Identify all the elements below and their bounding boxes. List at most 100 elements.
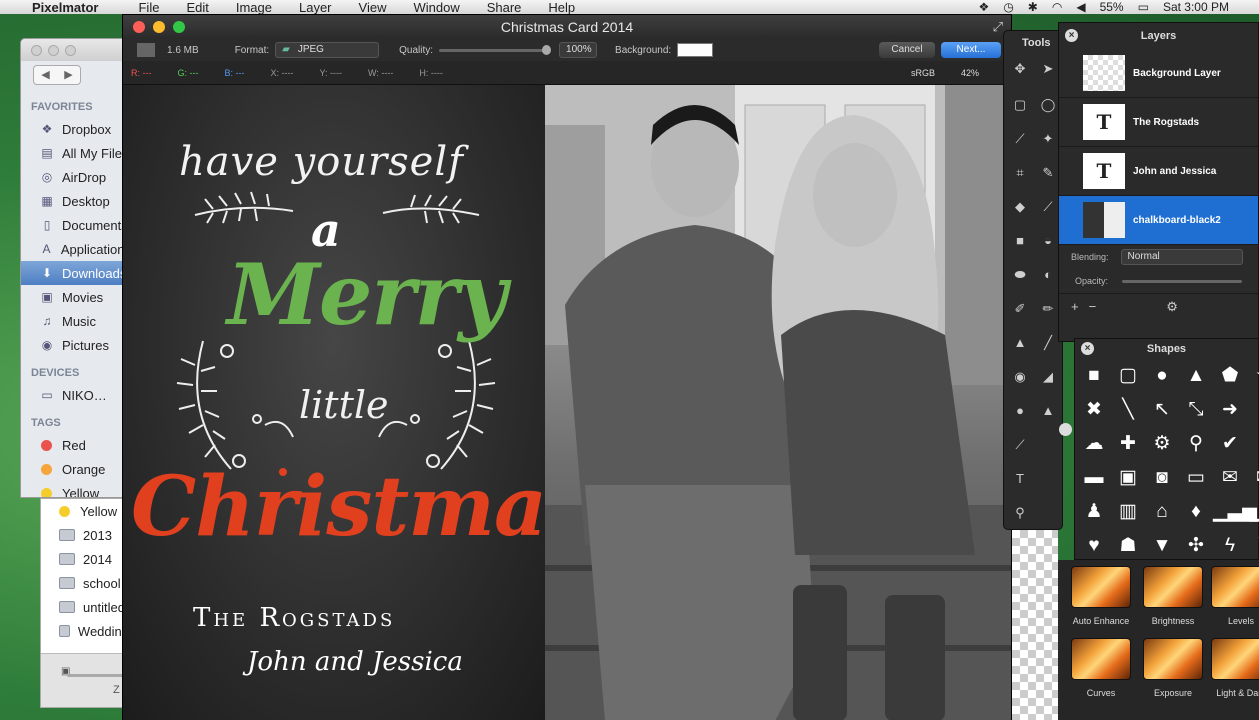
menu-view[interactable]: View bbox=[359, 0, 387, 14]
gear-icon[interactable]: ⚙ bbox=[1166, 299, 1178, 315]
effect-auto-enhance[interactable]: Auto Enhance bbox=[1070, 566, 1132, 636]
colorspace-label[interactable]: sRGB bbox=[911, 68, 935, 78]
magic-wand-tool-icon[interactable]: ✦ bbox=[1040, 131, 1056, 147]
smudge-tool-icon[interactable]: ✐ bbox=[1012, 301, 1028, 317]
check-icon[interactable]: ✔ bbox=[1213, 427, 1247, 461]
list-item[interactable]: Wedding bbox=[41, 619, 129, 643]
ellipse-select-tool-icon[interactable]: ◯ bbox=[1040, 97, 1056, 113]
red-eye-tool-icon[interactable]: ◉ bbox=[1012, 369, 1028, 385]
heart-icon[interactable]: ♥ bbox=[1077, 529, 1111, 563]
image-canvas[interactable]: have yourself a Merry little Christmas T… bbox=[123, 85, 1011, 720]
brush-tool-icon[interactable]: ⟋ bbox=[1040, 199, 1056, 215]
eyedropper-tool-icon[interactable]: ⟋ bbox=[1012, 437, 1028, 453]
menu-clock[interactable]: Sat 3:00 PM bbox=[1163, 0, 1229, 14]
zoom-level[interactable]: 42% bbox=[961, 68, 979, 78]
drop-tool-icon[interactable]: ● bbox=[1012, 403, 1028, 419]
eraser-tool-icon[interactable]: ◆ bbox=[1012, 199, 1028, 215]
volume-icon[interactable]: ◀ bbox=[1076, 0, 1085, 14]
list-item[interactable]: Yellow bbox=[41, 499, 129, 523]
close-icon[interactable]: × bbox=[1081, 342, 1094, 355]
sidebar-item-airdrop[interactable]: ◎ AirDrop bbox=[21, 165, 129, 189]
finder-minimize-button[interactable] bbox=[48, 44, 59, 56]
stamp-tool-icon[interactable]: ▲ bbox=[1012, 335, 1028, 351]
magnifier-icon[interactable]: ⚲ bbox=[1179, 427, 1213, 461]
add-layer-icon[interactable]: + bbox=[1071, 299, 1079, 314]
folder-icon[interactable]: ▬ bbox=[1077, 461, 1111, 495]
star-icon[interactable]: ★ bbox=[1247, 359, 1259, 393]
pencil-tool-icon[interactable]: ✏ bbox=[1040, 301, 1056, 317]
list-item[interactable]: school bbox=[41, 571, 129, 595]
arrow-tool-icon[interactable]: ➤ bbox=[1040, 61, 1056, 77]
cloud-icon[interactable]: ☁ bbox=[1077, 427, 1111, 461]
mail-icon[interactable]: ✉ bbox=[1213, 461, 1247, 495]
sharpen-tool-icon[interactable]: ▲ bbox=[1040, 403, 1056, 419]
sidebar-item-music[interactable]: ♫ Music bbox=[21, 309, 129, 333]
gear-icon[interactable]: ⚙ bbox=[1145, 427, 1179, 461]
sidebar-item-all-my-files[interactable]: ▤ All My Files bbox=[21, 141, 129, 165]
monitor-icon[interactable]: ▭ bbox=[1179, 461, 1213, 495]
opacity-slider[interactable] bbox=[1122, 279, 1243, 283]
sidebar-tag-orange[interactable]: Orange bbox=[21, 457, 129, 481]
bluetooth-icon[interactable]: ✱ bbox=[1028, 0, 1038, 14]
blending-select[interactable]: Normal bbox=[1120, 249, 1243, 265]
lasso-tool-icon[interactable]: ⟋ bbox=[1012, 131, 1028, 147]
menu-help[interactable]: Help bbox=[548, 0, 575, 14]
ellipse-tool-icon[interactable]: ⬬ bbox=[1012, 267, 1028, 283]
pin-icon[interactable]: ♦ bbox=[1179, 495, 1213, 529]
sidebar-item-applications[interactable]: A Applications bbox=[21, 237, 129, 261]
list-item[interactable]: 2014 bbox=[41, 547, 129, 571]
crop-tool-icon[interactable]: ⌗ bbox=[1012, 165, 1028, 181]
sidebar-item-movies[interactable]: ▣ Movies bbox=[21, 285, 129, 309]
format-select[interactable]: ▰ JPEG bbox=[275, 42, 380, 58]
type-tool-icon[interactable]: T bbox=[1012, 471, 1028, 487]
gradient-tool-icon[interactable]: ◐ bbox=[1040, 267, 1056, 283]
move-tool-icon[interactable]: ✥ bbox=[1012, 61, 1028, 77]
back-button[interactable]: ◀ bbox=[34, 66, 57, 84]
quality-select[interactable]: 100% bbox=[559, 42, 598, 58]
next-button[interactable]: Next... bbox=[941, 42, 1001, 58]
line-icon[interactable]: ╲ bbox=[1111, 393, 1145, 427]
finder-close-button[interactable] bbox=[31, 44, 42, 56]
battery-icon[interactable]: ▭ bbox=[1138, 0, 1149, 14]
lightning-icon[interactable]: ϟ bbox=[1213, 529, 1247, 563]
drop-icon[interactable]: ▼ bbox=[1145, 529, 1179, 563]
circle-icon[interactable]: ● bbox=[1247, 393, 1259, 427]
menu-window[interactable]: Window bbox=[413, 0, 459, 14]
image-icon[interactable]: ▣ bbox=[1111, 461, 1145, 495]
sidebar-tag-red[interactable]: Red bbox=[21, 433, 129, 457]
layer-row-the-rogstads[interactable]: T The Rogstads bbox=[1059, 98, 1258, 147]
sponge-tool-icon[interactable]: ◢ bbox=[1040, 369, 1056, 385]
background-color-well[interactable] bbox=[677, 43, 714, 57]
flag-icon[interactable]: ⚑ bbox=[1247, 529, 1259, 563]
plus-icon[interactable]: ✚ bbox=[1111, 427, 1145, 461]
sidebar-tag-yellow[interactable]: Yellow bbox=[21, 481, 129, 497]
arrow-right-icon[interactable]: ➜ bbox=[1213, 393, 1247, 427]
sidebar-item-dropbox[interactable]: ❖ Dropbox bbox=[21, 117, 129, 141]
battery-percent[interactable]: 55% bbox=[1100, 0, 1124, 14]
pentagon-icon[interactable]: ⬟ bbox=[1213, 359, 1247, 393]
effect-brightness[interactable]: Brightness bbox=[1142, 566, 1204, 636]
rectangle-tool-icon[interactable]: ■ bbox=[1012, 233, 1028, 249]
building-icon[interactable]: ▥ bbox=[1111, 495, 1145, 529]
layer-row-background[interactable]: Background Layer bbox=[1059, 49, 1258, 98]
menu-file[interactable]: File bbox=[138, 0, 159, 14]
menu-edit[interactable]: Edit bbox=[186, 0, 208, 14]
cancel-button[interactable]: Cancel bbox=[879, 42, 935, 58]
lock-icon[interactable]: ▮ bbox=[1247, 427, 1259, 461]
layer-row-john-and-jessica[interactable]: T John and Jessica bbox=[1059, 147, 1258, 196]
double-arrow-icon[interactable]: ⤡ bbox=[1179, 393, 1213, 427]
dropbox-status-icon[interactable]: ❖ bbox=[979, 0, 990, 14]
menu-app-name[interactable]: Pixelmator bbox=[32, 0, 98, 14]
close-icon[interactable] bbox=[1059, 423, 1072, 436]
wifi-icon[interactable]: ◠ bbox=[1052, 0, 1062, 14]
rounded-square-icon[interactable]: ▢ bbox=[1111, 359, 1145, 393]
camera-icon[interactable]: ◙ bbox=[1145, 461, 1179, 495]
finder-zoom-button[interactable] bbox=[65, 44, 76, 56]
mail-icon[interactable]: ✉ bbox=[1247, 461, 1259, 495]
sidebar-item-pictures[interactable]: ◉ Pictures bbox=[21, 333, 129, 357]
quality-slider[interactable] bbox=[439, 44, 552, 55]
effect-curves[interactable]: Curves bbox=[1070, 638, 1132, 708]
menu-layer[interactable]: Layer bbox=[299, 0, 332, 14]
list-item[interactable]: untitled bbox=[41, 595, 129, 619]
menu-image[interactable]: Image bbox=[236, 0, 272, 14]
